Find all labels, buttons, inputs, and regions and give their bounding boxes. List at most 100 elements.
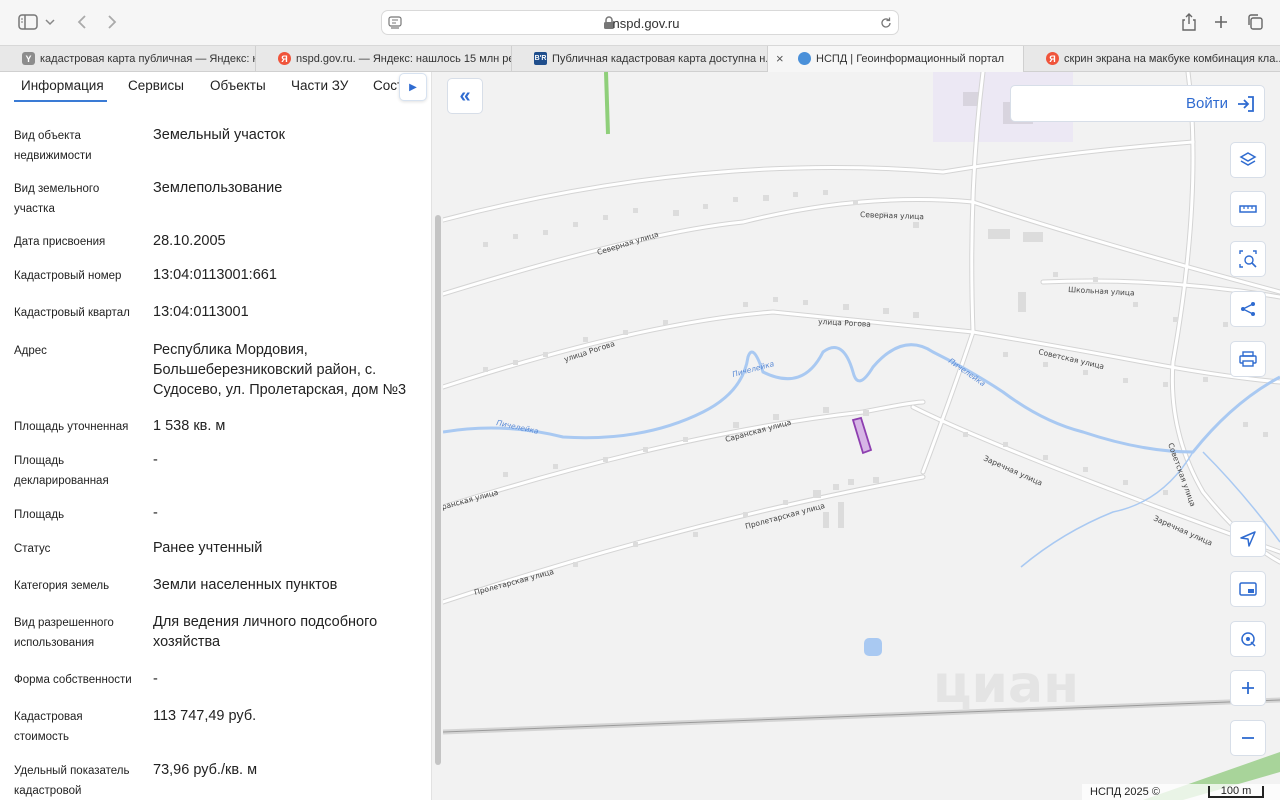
- geolocation-button[interactable]: [1230, 521, 1266, 557]
- new-tab-icon[interactable]: [1209, 10, 1233, 34]
- tab-label: Публичная кадастровая карта доступна н..…: [552, 53, 768, 65]
- collapse-panel-button[interactable]: «: [447, 78, 483, 114]
- selected-parcel[interactable]: [851, 416, 873, 455]
- value-cadastral-value: 113 747,49 руб.: [153, 708, 257, 724]
- map-footer: НСПД 2025 © 100 m: [1082, 784, 1280, 800]
- label-cadastral-quarter: Кадастровый квартал: [14, 307, 130, 319]
- browser-tab[interactable]: Y кадастровая карта публичная — Яндекс: …: [0, 46, 256, 72]
- ruler-icon: [1239, 205, 1257, 213]
- browser-tab[interactable]: Я nspd.gov.ru. — Яндекс: нашлось 15 млн …: [256, 46, 512, 72]
- label-permitted-use: Вид разрешенного использования: [14, 617, 114, 649]
- river-label: Пичелейка: [496, 418, 540, 436]
- login-button[interactable]: Войти: [1010, 85, 1265, 122]
- label-area-declared: Площадь декларированная: [14, 455, 109, 487]
- label-object-type: Вид объекта недвижимости: [14, 130, 92, 162]
- close-tab-icon[interactable]: ×: [776, 51, 784, 66]
- value-permitted-use: Для ведения личного подсобного хозяйства: [153, 614, 378, 650]
- value-cadastral-quarter: 13:04:0113001: [153, 304, 249, 320]
- zoom-out-button[interactable]: [1230, 720, 1266, 756]
- value-assign-date: 28.10.2005: [153, 233, 226, 249]
- value-area-declared: -: [153, 452, 158, 468]
- value-cadastral-number: 13:04:0113001:661: [153, 267, 277, 283]
- browser-toolbar: nspd.gov.ru: [0, 0, 1280, 45]
- value-address: Республика Мордовия, Большеберезниковски…: [153, 342, 407, 398]
- login-label: Войти: [1186, 95, 1228, 112]
- tab-label: НСПД | Геоинформационный портал: [816, 53, 1005, 65]
- yandex-favicon-icon: Я: [1046, 52, 1059, 65]
- map-svg[interactable]: Северная улица Северная улица улица Рого…: [443, 72, 1280, 800]
- street-label-severnaya: Северная улица: [596, 230, 660, 257]
- tab-label: скрин экрана на макбуке комбинация кла..…: [1064, 53, 1280, 65]
- value-land-type: Землепользование: [153, 180, 283, 196]
- plus-icon: [1242, 682, 1254, 694]
- map-share-button[interactable]: [1230, 291, 1266, 327]
- value-status: Ранее учтенный: [153, 540, 263, 556]
- yandex-favicon-icon: Я: [278, 52, 291, 65]
- layers-button[interactable]: [1230, 142, 1266, 178]
- forward-icon[interactable]: [100, 10, 124, 34]
- location-search-icon: [1241, 632, 1256, 647]
- back-icon[interactable]: [70, 10, 94, 34]
- login-icon: [1238, 96, 1254, 112]
- value-area: -: [153, 505, 158, 521]
- print-button[interactable]: [1230, 341, 1266, 377]
- navigation-arrow-icon: [1240, 531, 1256, 547]
- minimap-button[interactable]: [1230, 571, 1266, 607]
- tab-services[interactable]: Сервисы: [128, 78, 184, 93]
- info-panel: Информация Сервисы Объекты Части ЗУ Сост…: [0, 72, 432, 800]
- minimap-icon: [1239, 582, 1257, 596]
- label-land-category: Категория земель: [14, 580, 110, 592]
- tab-bar: Y кадастровая карта публичная — Яндекс: …: [0, 45, 1280, 72]
- label-cadastral-number: Кадастровый номер: [14, 270, 122, 282]
- share-nodes-icon: [1241, 302, 1255, 316]
- label-area-specified: Площадь уточненная: [14, 421, 129, 433]
- tab-parts[interactable]: Части ЗУ: [291, 78, 348, 93]
- value-unit-indicator: 73,96 руб./кв. м: [153, 762, 258, 778]
- yandex-favicon-icon: Y: [22, 52, 35, 65]
- label-unit-indicator: Удельный показатель кадастровой: [14, 765, 130, 797]
- browser-tab-active[interactable]: × НСПД | Геоинформационный портал: [768, 46, 1024, 72]
- chevron-down-icon[interactable]: [40, 10, 60, 34]
- info-tabs: Информация Сервисы Объекты Части ЗУ Сост…: [0, 72, 431, 103]
- street-label-shkolnaya: Школьная улица: [1068, 285, 1135, 297]
- tab-overview-icon[interactable]: [1243, 10, 1267, 34]
- browser-tab[interactable]: Я скрин экрана на макбуке комбинация кла…: [1024, 46, 1280, 72]
- map-scale-bar: 100 m: [1208, 786, 1264, 798]
- share-icon[interactable]: [1177, 10, 1201, 34]
- label-land-type: Вид земельного участка: [14, 183, 100, 215]
- street-label-proletarskaya-2: Пролетарская улица: [473, 567, 555, 597]
- map-canvas[interactable]: Северная улица Северная улица улица Рого…: [443, 72, 1280, 800]
- ruler-button[interactable]: [1230, 191, 1266, 227]
- tabs-scroll-right-button[interactable]: ▶: [399, 73, 427, 101]
- reload-icon[interactable]: [879, 16, 893, 30]
- tab-objects[interactable]: Объекты: [210, 78, 266, 93]
- label-cadastral-value: Кадастровая стоимость: [14, 711, 83, 743]
- value-area-specified: 1 538 кв. м: [153, 418, 226, 434]
- find-location-button[interactable]: [1230, 621, 1266, 657]
- address-bar[interactable]: nspd.gov.ru: [381, 10, 899, 35]
- tab-label: кадастровая карта публичная — Яндекс: н.…: [40, 53, 256, 65]
- label-area: Площадь: [14, 509, 65, 521]
- tab-information[interactable]: Информация: [21, 78, 104, 93]
- label-address: Адрес: [14, 345, 47, 357]
- minus-icon: [1242, 737, 1254, 739]
- label-status: Статус: [14, 543, 51, 555]
- area-search-icon: [1239, 250, 1257, 268]
- tab-label: nspd.gov.ru. — Яндекс: нашлось 15 млн ре…: [296, 53, 512, 65]
- street-label-rogova-2: улица Рогова: [818, 317, 871, 329]
- label-assign-date: Дата присвоения: [14, 236, 106, 248]
- url-text: nspd.gov.ru: [612, 16, 680, 31]
- site-favicon-icon: B'R: [534, 52, 547, 65]
- globe-favicon-icon: [798, 52, 811, 65]
- sidebar-toggle-icon[interactable]: [16, 10, 40, 34]
- value-object-type: Земельный участок: [153, 127, 285, 143]
- area-search-button[interactable]: [1230, 241, 1266, 277]
- map-copyright[interactable]: НСПД 2025 ©: [1090, 786, 1160, 798]
- print-icon: [1239, 351, 1257, 367]
- browser-tab[interactable]: B'R Публичная кадастровая карта доступна…: [512, 46, 768, 72]
- zoom-in-button[interactable]: [1230, 670, 1266, 706]
- sidebar-scrollbar[interactable]: [435, 215, 441, 765]
- street-label-severnaya-2: Северная улица: [860, 210, 924, 221]
- street-label-saranskaya-2: Саранская улица: [443, 488, 499, 514]
- active-tab-indicator: [14, 100, 107, 102]
